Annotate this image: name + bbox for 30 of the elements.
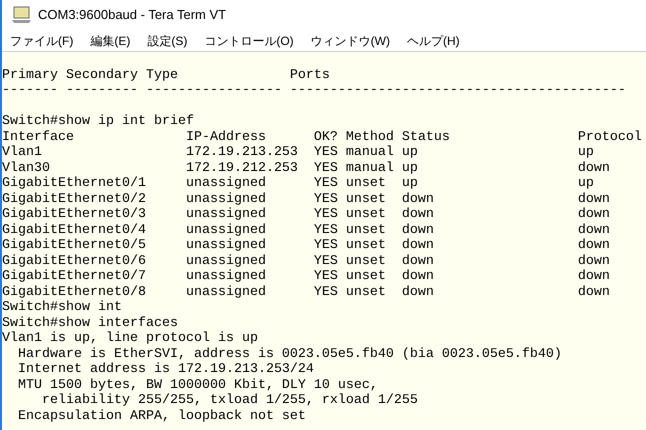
terminal-line: GigabitEthernet0/2 unassigned YES unset down down	[2, 192, 611, 207]
terminal-line: GigabitEthernet0/1 unassigned YES unset up up	[2, 176, 595, 192]
terminal-line: Interface IP-Address OK? Method Status Protocol	[2, 130, 643, 145]
terminal-line: Encapsulation ARPA, loopback not set	[16, 408, 307, 424]
terminal-line: Switch#show interfaces	[2, 316, 179, 331]
terminal-app-icon	[12, 6, 32, 24]
terminal-line: GigabitEthernet0/4 unassigned YES unset down down	[2, 222, 611, 238]
terminal-line: GigabitEthernet0/6 unassigned YES unset down down	[2, 254, 611, 269]
terminal-line: GigabitEthernet0/7 unassigned YES unset down down	[2, 269, 611, 284]
terminal-line: GigabitEthernet0/3 unassigned YES unset down down	[2, 207, 611, 222]
terminal-line: reliability 255/255, txload 1/255, rxload 1/255	[40, 393, 419, 408]
menu-item[interactable]: ファイル(F)	[6, 32, 78, 50]
terminal-line: Primary Secondary Type Ports	[2, 68, 331, 83]
terminal-line: ------- --------- ----------------- ------------------------------------------	[2, 83, 627, 98]
terminal-line: Internet address is 172.19.213.253/24	[16, 362, 315, 378]
terminal-line: Vlan1 172.19.213.253 YES manual up up	[2, 145, 595, 160]
terminal-line: Switch#show ip int brief	[2, 114, 195, 130]
terminal-line: Hardware is EtherSVI, address is 0023.05e5.fb40 (bia 0023.05e5.fb40)	[16, 346, 563, 362]
terminal-line: MTU 1500 bytes, BW 1000000 Kbit, DLY 10 usec,	[16, 378, 379, 393]
menu-item[interactable]: ウィンドウ(W)	[306, 32, 394, 50]
menu-item[interactable]: 編集(E)	[86, 32, 134, 50]
menu-item[interactable]: 設定(S)	[143, 32, 192, 50]
menu-item[interactable]: ヘルプ(H)	[402, 32, 464, 50]
terminal-line: GigabitEthernet0/8 unassigned YES unset down down	[2, 284, 611, 300]
terminal-line: Vlan1 is up, line protocol is up	[2, 331, 259, 346]
terminal-line: GigabitEthernet0/5 unassigned YES unset down down	[2, 238, 611, 254]
window-title: COM3:9600baud - Tera Term VT	[38, 6, 226, 24]
menu-item[interactable]: コントロール(O)	[200, 32, 298, 50]
terminal-line: Vlan30 172.19.212.253 YES manual up down	[2, 160, 611, 176]
terminal-line: Switch#show int	[2, 300, 123, 316]
